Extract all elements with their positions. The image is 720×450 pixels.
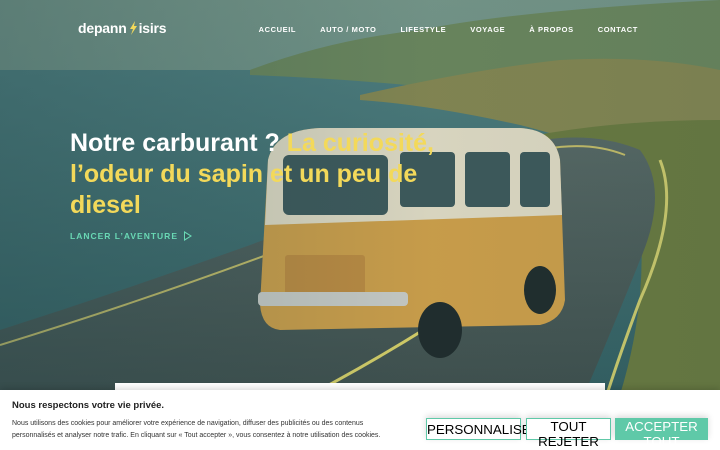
logo-text-left: depann (78, 20, 127, 36)
logo-text-right: isirs (138, 20, 167, 36)
nav-item-lifestyle[interactable]: LIFESTYLE (400, 25, 446, 34)
accept-all-button[interactable]: ACCEPTER TOUT (615, 418, 708, 449)
cta-label: LANCER L’AVENTURE (70, 231, 178, 241)
hero-headline: Notre carburant ? La curiosité, l’odeur … (70, 128, 450, 221)
play-icon (184, 231, 192, 241)
cookie-text: Nous utilisons des cookies pour améliore… (12, 420, 381, 439)
nav-item-a-propos[interactable]: À PROPOS (529, 25, 573, 34)
cookie-banner: Nous respectons votre vie privée. Nous u… (0, 390, 720, 450)
logo-bolt-icon (128, 21, 138, 35)
main-nav: ACCUEIL AUTO / MOTO LIFESTYLE VOYAGE À P… (259, 25, 638, 34)
site-logo[interactable]: depann isirs (78, 20, 167, 36)
reject-all-button[interactable]: TOUT REJETER (526, 418, 611, 449)
start-adventure-link[interactable]: LANCER L’AVENTURE (70, 231, 192, 241)
nav-item-contact[interactable]: CONTACT (598, 25, 638, 34)
cookie-title: Nous respectons votre vie privée. (12, 400, 165, 411)
headline-white: Notre carburant ? (70, 129, 287, 157)
personalise-button[interactable]: PERSONNALISER (426, 418, 540, 440)
nav-item-auto-moto[interactable]: AUTO / MOTO (320, 25, 376, 34)
nav-item-accueil[interactable]: ACCUEIL (259, 25, 297, 34)
nav-item-voyage[interactable]: VOYAGE (470, 25, 505, 34)
